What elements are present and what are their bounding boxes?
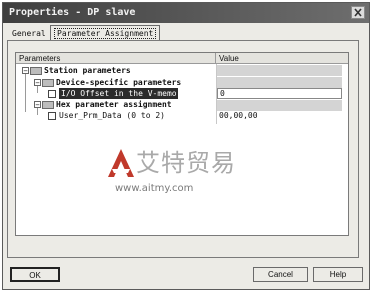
value-cell-device-specific [217,77,342,88]
watermark-url: www.aitmy.com [115,183,194,194]
column-header-value[interactable]: Value [216,53,348,64]
watermark-chinese-text: 艾特贸易 [136,149,236,177]
window-title: Properties - DP slave [9,7,136,18]
parameter-icon [48,112,56,120]
tree-item-user-prm-data[interactable]: User_Prm_Data (0 to 2) [59,110,165,121]
tree-line [25,71,26,112]
ok-button[interactable]: OK [10,267,60,282]
column-header-parameters[interactable]: Parameters [16,53,216,64]
close-icon [354,8,362,17]
cancel-button[interactable]: Cancel [253,267,308,282]
tab-parameter-assignment-label: Parameter Assignment [54,28,157,39]
tree-item-hex-parameter-assignment[interactable]: Hex parameter assignment [56,99,172,110]
collapse-toggle-station-parameters[interactable]: − [22,67,29,75]
tab-parameter-assignment[interactable]: Parameter Assignment [50,25,161,41]
collapse-toggle-hex-parameter[interactable]: − [34,101,41,109]
help-button[interactable]: Help [313,267,363,282]
tab-general[interactable]: General [9,27,49,40]
io-offset-value: 0 [220,89,225,98]
watermark-logo-icon [108,149,134,177]
io-offset-value-field[interactable]: 0 [217,88,342,99]
folder-icon [42,101,54,109]
tree-item-device-specific-parameters[interactable]: Device-specific parameters [56,77,181,88]
folder-icon [30,67,42,75]
title-bar[interactable]: Properties - DP slave [3,3,369,23]
tree-item-io-offset[interactable]: I/O Offset in the V-memory [59,88,186,99]
value-cell-station-parameters [217,65,342,76]
parameter-icon [48,90,56,98]
collapse-toggle-device-specific[interactable]: − [34,79,41,87]
tree-item-station-parameters[interactable]: Station parameters [44,65,131,76]
user-prm-data-value[interactable]: 00,00,00 [219,110,258,121]
close-button[interactable] [351,6,365,19]
folder-icon [42,79,54,87]
